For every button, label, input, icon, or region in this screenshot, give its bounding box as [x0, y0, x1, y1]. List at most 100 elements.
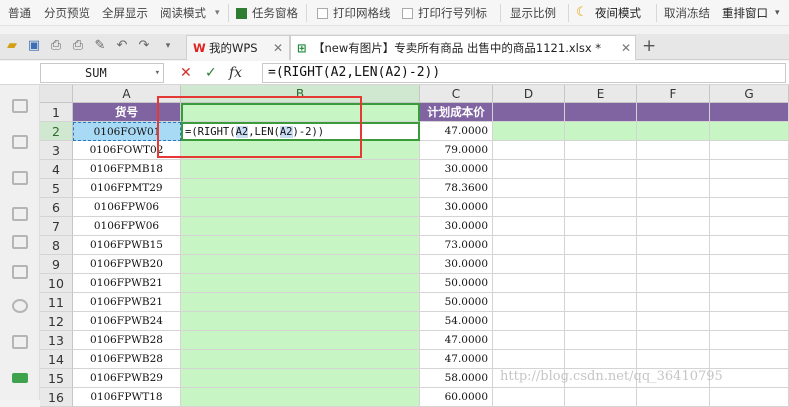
cell-empty[interactable]	[565, 236, 637, 255]
cell-empty[interactable]	[565, 350, 637, 369]
cell-empty[interactable]	[637, 331, 710, 350]
row-header[interactable]: 8	[40, 236, 73, 255]
redo-icon[interactable]: ↷	[136, 38, 152, 54]
cell-a[interactable]: 0106FOWT02	[73, 141, 181, 160]
cell-empty[interactable]	[710, 350, 789, 369]
cell-a[interactable]: 0106FPWB24	[73, 312, 181, 331]
cell-empty[interactable]	[493, 217, 565, 236]
cell-empty[interactable]	[565, 388, 637, 407]
header-cell-empty[interactable]	[637, 103, 710, 122]
new-tab-icon[interactable]: +	[642, 36, 656, 56]
cell-c[interactable]: 30.0000	[420, 217, 493, 236]
cell-empty[interactable]	[637, 141, 710, 160]
header-cell-a[interactable]: 货号	[73, 103, 181, 122]
cell-b[interactable]	[181, 293, 420, 312]
header-cell-empty[interactable]	[493, 103, 565, 122]
cell-empty[interactable]	[637, 255, 710, 274]
reading-mode-button[interactable]: 阅读模式	[160, 4, 206, 22]
select-icon[interactable]	[12, 171, 28, 185]
active-cell-editor[interactable]: =(RIGHT(A2,LEN(A2)-2))	[181, 122, 420, 141]
cell-empty[interactable]	[637, 293, 710, 312]
cell-c[interactable]: 47.0000	[420, 122, 493, 141]
people-icon[interactable]	[12, 335, 28, 349]
cell-a[interactable]: 0106FPWB15	[73, 236, 181, 255]
cell-c[interactable]: 79.0000	[420, 141, 493, 160]
cell-c[interactable]: 60.0000	[420, 388, 493, 407]
column-header-d[interactable]: D	[493, 85, 565, 103]
cell-a[interactable]: 0106FPWB21	[73, 274, 181, 293]
tab-workbook[interactable]: ⊞ 【new有图片】专卖所有商品 出售中的商品1121.xlsx * ✕	[290, 35, 636, 60]
cell-c[interactable]: 73.0000	[420, 236, 493, 255]
cell-empty[interactable]	[493, 293, 565, 312]
document-icon[interactable]	[12, 99, 28, 113]
cell-b[interactable]	[181, 369, 420, 388]
cell-b[interactable]	[181, 217, 420, 236]
cell-empty[interactable]	[637, 388, 710, 407]
normal-view-button[interactable]: 普通	[8, 4, 31, 22]
cell-empty[interactable]	[565, 274, 637, 293]
cell-c[interactable]: 30.0000	[420, 160, 493, 179]
cell-empty[interactable]	[493, 388, 565, 407]
cell-empty[interactable]	[710, 141, 789, 160]
cell-empty[interactable]	[637, 179, 710, 198]
cell-empty[interactable]	[710, 236, 789, 255]
column-header-g[interactable]: G	[710, 85, 789, 103]
print-gridlines-checkbox[interactable]	[317, 8, 328, 19]
row-header[interactable]: 14	[40, 350, 73, 369]
tab-my-wps[interactable]: W 我的WPS ✕	[186, 35, 290, 60]
cell-empty[interactable]	[710, 198, 789, 217]
cell-c[interactable]: 30.0000	[420, 198, 493, 217]
cell-empty[interactable]	[493, 122, 565, 141]
row-header[interactable]: 4	[40, 160, 73, 179]
row-header[interactable]: 5	[40, 179, 73, 198]
cell-empty[interactable]	[493, 236, 565, 255]
cell-empty[interactable]	[637, 274, 710, 293]
style-icon[interactable]	[12, 135, 28, 149]
insert-function-icon[interactable]: fx	[229, 64, 242, 82]
select-all-corner[interactable]	[40, 85, 73, 103]
column-header-a[interactable]: A	[73, 85, 181, 103]
cell-b[interactable]	[181, 331, 420, 350]
header-cell-empty[interactable]	[565, 103, 637, 122]
row-header[interactable]: 1	[40, 103, 73, 122]
cell-a[interactable]: 0106FPMT29	[73, 179, 181, 198]
cell-a[interactable]: 0106FPW06	[73, 217, 181, 236]
cell-c[interactable]: 58.0000	[420, 369, 493, 388]
property-icon[interactable]	[12, 235, 28, 249]
chevron-down-icon[interactable]: ▾	[775, 4, 780, 22]
confirm-icon[interactable]: ✓	[205, 64, 217, 82]
cell-empty[interactable]	[565, 217, 637, 236]
cell-b[interactable]	[181, 198, 420, 217]
fullscreen-button[interactable]: 全屏显示	[102, 4, 148, 22]
cell-empty[interactable]	[710, 312, 789, 331]
backup-icon[interactable]	[12, 265, 28, 279]
name-box[interactable]: SUM ▾	[40, 63, 164, 83]
cell-c[interactable]: 54.0000	[420, 312, 493, 331]
header-cell-b[interactable]	[181, 103, 420, 122]
cell-c[interactable]: 47.0000	[420, 331, 493, 350]
chevron-down-icon[interactable]: ▾	[215, 4, 220, 22]
cell-empty[interactable]	[565, 255, 637, 274]
cell-empty[interactable]	[637, 122, 710, 141]
save-icon[interactable]: ▣	[26, 38, 42, 54]
cell-empty[interactable]	[710, 274, 789, 293]
search-icon[interactable]	[12, 207, 28, 221]
cell-c[interactable]: 47.0000	[420, 350, 493, 369]
header-cell-c[interactable]: 计划成本价	[420, 103, 493, 122]
cell-a[interactable]: 0106FPWB29	[73, 369, 181, 388]
cell-a[interactable]: 0106FPWB28	[73, 350, 181, 369]
print-row-col-checkbox[interactable]	[402, 8, 413, 19]
display-ratio-button[interactable]: 显示比例	[510, 4, 556, 22]
formula-input[interactable]: =(RIGHT(A2,LEN(A2)-2))	[262, 63, 786, 83]
cell-empty[interactable]	[710, 388, 789, 407]
column-header-f[interactable]: F	[637, 85, 710, 103]
cell-empty[interactable]	[637, 312, 710, 331]
cell-empty[interactable]	[637, 236, 710, 255]
format-painter-icon[interactable]: ✎	[92, 38, 108, 54]
cell-empty[interactable]	[710, 160, 789, 179]
cell-empty[interactable]	[493, 179, 565, 198]
undo-icon[interactable]: ↶	[114, 38, 130, 54]
cell-empty[interactable]	[710, 217, 789, 236]
cell-empty[interactable]	[493, 274, 565, 293]
print-preview-icon[interactable]: ⎙	[48, 38, 64, 54]
